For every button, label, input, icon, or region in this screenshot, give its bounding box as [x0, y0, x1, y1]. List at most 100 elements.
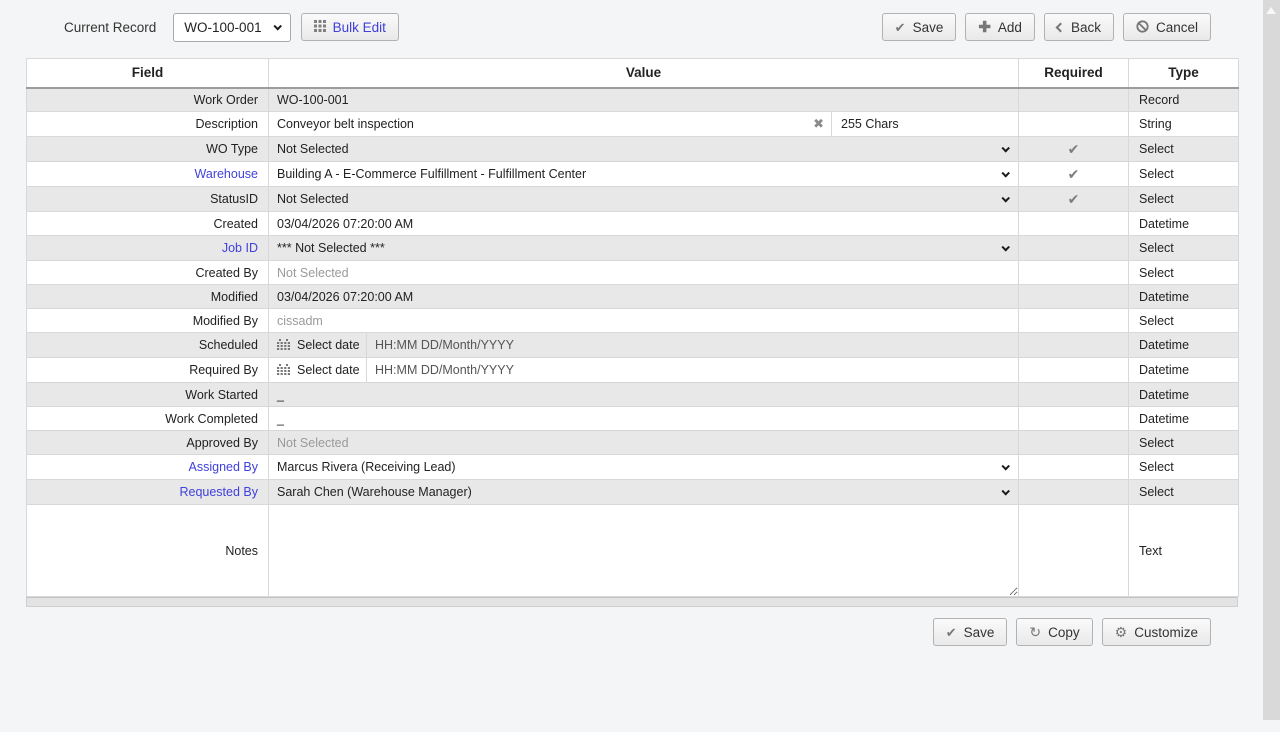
- field-label: Description: [27, 112, 269, 137]
- created-value: 03/04/2026 07:20:00 AM: [269, 217, 1018, 231]
- table-row: Job ID *** Not Selected *** Select: [27, 236, 1239, 261]
- field-label: WO Type: [27, 137, 269, 162]
- type-label: Datetime: [1129, 358, 1239, 383]
- scheduled-datetime-input[interactable]: HH:MM DD/Month/YYYY: [367, 338, 514, 352]
- wo-type-select[interactable]: Not Selected: [269, 137, 1018, 161]
- field-label: Required By: [27, 358, 269, 383]
- top-toolbar: Current Record WO-100-001 Bulk Edit ✔ Sa…: [26, 12, 1211, 42]
- table-row: Modified 03/04/2026 07:20:00 AM Datetime: [27, 285, 1239, 309]
- copy-refresh-icon: ↻: [1029, 625, 1041, 639]
- warehouse-field-link[interactable]: Warehouse: [195, 167, 258, 181]
- type-label: Select: [1129, 187, 1239, 212]
- add-button[interactable]: ✚ Add: [965, 13, 1035, 41]
- char-limit-hint: 255 Chars: [832, 117, 899, 131]
- chevron-down-icon: [1001, 243, 1009, 251]
- gear-icon: ⚙: [1115, 625, 1128, 639]
- col-header-required: Required: [1019, 59, 1129, 88]
- chevron-left-icon: [1056, 22, 1066, 32]
- statusid-select[interactable]: Not Selected: [269, 187, 1018, 211]
- clear-icon[interactable]: ✖: [813, 116, 824, 132]
- table-row: Requested By Sarah Chen (Warehouse Manag…: [27, 480, 1239, 505]
- table-row: Assigned By Marcus Rivera (Receiving Lea…: [27, 455, 1239, 480]
- modified-by-value: cissadm: [269, 314, 1018, 328]
- table-header-row: Field Value Required Type: [27, 59, 1239, 88]
- table-row: StatusID Not Selected ✔ Select: [27, 187, 1239, 212]
- description-input[interactable]: Conveyor belt inspection ✖: [269, 112, 832, 136]
- type-label: Select: [1129, 162, 1239, 187]
- save-button-bottom[interactable]: ✔ Save: [933, 618, 1008, 646]
- assigned-by-select[interactable]: Marcus Rivera (Receiving Lead): [269, 455, 1018, 479]
- calendar-icon: [277, 364, 290, 376]
- chevron-down-icon: [1001, 194, 1009, 202]
- created-by-value: Not Selected: [269, 266, 1018, 280]
- type-label: Datetime: [1129, 407, 1239, 431]
- required-by-select-date-button[interactable]: Select date: [269, 358, 367, 382]
- scheduled-select-date-button[interactable]: Select date: [269, 333, 367, 357]
- type-label: Datetime: [1129, 383, 1239, 407]
- current-record-label: Current Record: [64, 20, 156, 35]
- field-label: Created: [27, 212, 269, 236]
- field-label: StatusID: [27, 187, 269, 212]
- required-check-icon: ✔: [1019, 187, 1129, 212]
- field-label: Work Started: [27, 383, 269, 407]
- field-label: Scheduled: [27, 333, 269, 358]
- type-label: Select: [1129, 236, 1239, 261]
- required-cell: [1019, 236, 1129, 261]
- job-id-field-link[interactable]: Job ID: [222, 241, 258, 255]
- table-row: Work Started _ Datetime: [27, 383, 1239, 407]
- required-cell: [1019, 212, 1129, 236]
- table-row: Created 03/04/2026 07:20:00 AM Datetime: [27, 212, 1239, 236]
- copy-button[interactable]: ↻ Copy: [1016, 618, 1092, 646]
- bulk-edit-button[interactable]: Bulk Edit: [301, 13, 399, 41]
- wo-type-value: Not Selected: [277, 142, 349, 156]
- current-record-select[interactable]: WO-100-001: [173, 13, 290, 42]
- table-row: Work Order WO-100-001 Record: [27, 88, 1239, 112]
- required-by-datetime-input[interactable]: HH:MM DD/Month/YYYY: [367, 363, 514, 377]
- type-label: Datetime: [1129, 285, 1239, 309]
- notes-textarea[interactable]: [269, 506, 1018, 596]
- table-row: Modified By cissadm Select: [27, 309, 1239, 333]
- col-header-field: Field: [27, 59, 269, 88]
- cancel-label: Cancel: [1156, 20, 1198, 35]
- warehouse-select[interactable]: Building A - E-Commerce Fulfillment - Fu…: [269, 162, 1018, 186]
- required-cell: [1019, 480, 1129, 505]
- cancel-button[interactable]: Cancel: [1123, 13, 1211, 41]
- table-row: Scheduled Select date HH:MM DD/Month/YYY…: [27, 333, 1239, 358]
- check-icon: ✔: [895, 21, 906, 34]
- job-id-select[interactable]: *** Not Selected ***: [269, 236, 1018, 260]
- description-value: Conveyor belt inspection: [277, 117, 414, 131]
- record-field-table: Field Value Required Type Work Order WO-…: [26, 58, 1239, 597]
- customize-button[interactable]: ⚙ Customize: [1102, 618, 1211, 646]
- cancel-icon: [1136, 20, 1149, 35]
- scroll-up-icon[interactable]: [1266, 7, 1276, 14]
- field-label: Modified: [27, 285, 269, 309]
- back-label: Back: [1071, 20, 1101, 35]
- check-icon: ✔: [946, 626, 957, 639]
- bottom-toolbar: ✔ Save ↻ Copy ⚙ Customize: [26, 618, 1211, 646]
- top-action-buttons: ✔ Save ✚ Add Back Cancel: [882, 13, 1211, 41]
- required-cell: [1019, 285, 1129, 309]
- type-label: Select: [1129, 137, 1239, 162]
- vertical-scrollbar[interactable]: [1263, 0, 1280, 720]
- type-label: Select: [1129, 309, 1239, 333]
- required-cell: [1019, 88, 1129, 112]
- required-cell: [1019, 383, 1129, 407]
- type-label: Text: [1129, 505, 1239, 597]
- requested-by-select[interactable]: Sarah Chen (Warehouse Manager): [269, 480, 1018, 504]
- type-label: Select: [1129, 455, 1239, 480]
- assigned-by-field-link[interactable]: Assigned By: [189, 460, 258, 474]
- back-button[interactable]: Back: [1044, 13, 1114, 41]
- save-label: Save: [913, 20, 944, 35]
- save-button[interactable]: ✔ Save: [882, 13, 957, 41]
- type-label: String: [1129, 112, 1239, 137]
- field-label: Notes: [27, 505, 269, 597]
- job-id-value: *** Not Selected ***: [277, 241, 385, 255]
- work-started-value: _: [269, 388, 1018, 402]
- grid-icon: [314, 20, 326, 34]
- table-row: WO Type Not Selected ✔ Select: [27, 137, 1239, 162]
- required-cell: [1019, 407, 1129, 431]
- table-row: Work Completed _ Datetime: [27, 407, 1239, 431]
- field-label: Approved By: [27, 431, 269, 455]
- required-cell: [1019, 431, 1129, 455]
- requested-by-field-link[interactable]: Requested By: [179, 485, 258, 499]
